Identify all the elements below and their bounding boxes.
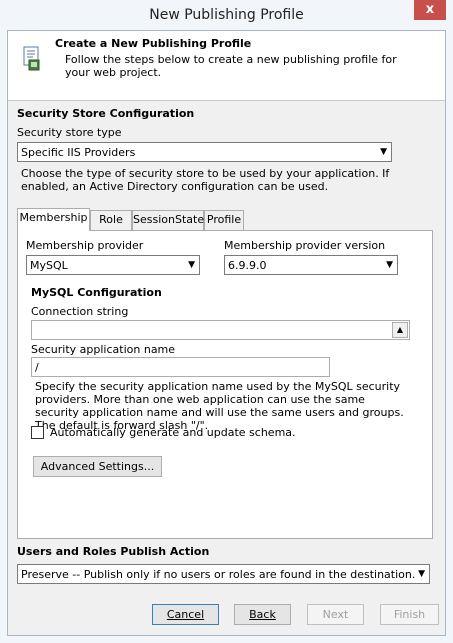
mysql-config-title: MySQL Configuration (31, 286, 162, 299)
finish-button-label: Finish (393, 608, 426, 621)
next-button[interactable]: Next (307, 604, 364, 625)
chevron-down-icon: ▼ (188, 260, 195, 270)
connection-string-label: Connection string (31, 305, 129, 318)
membership-provider-value: MySQL (30, 259, 68, 272)
next-button-label: Next (322, 608, 349, 621)
chevron-up-icon[interactable]: ▲ (392, 322, 408, 338)
membership-provider-label: Membership provider (26, 239, 144, 252)
close-button[interactable]: x (414, 0, 446, 20)
publish-action-value: Preserve -- Publish only if no users or … (21, 568, 416, 581)
tab-membership[interactable]: Membership (17, 208, 90, 231)
back-button-label: Back (249, 608, 276, 621)
title-bar: New Publishing Profile x (0, 0, 453, 30)
header-title: Create a New Publishing Profile (55, 37, 252, 50)
back-button[interactable]: Back (234, 604, 291, 625)
security-store-description: Choose the type of security store to be … (21, 167, 390, 193)
tab-profile[interactable]: Profile (204, 210, 244, 230)
cancel-button-label: Cancel (166, 608, 205, 621)
security-app-name-description: Specify the security application name us… (35, 380, 404, 432)
tab-sessionstate[interactable]: SessionState (132, 210, 204, 230)
finish-button[interactable]: Finish (380, 604, 439, 625)
advanced-settings-button[interactable]: Advanced Settings... (33, 456, 162, 477)
membership-provider-select[interactable]: MySQL ▼ (26, 255, 200, 275)
chevron-down-icon: ▼ (386, 260, 393, 270)
security-store-type-label: Security store type (17, 126, 122, 139)
close-icon: x (425, 2, 435, 17)
tab-role[interactable]: Role (90, 210, 132, 230)
security-store-type-select[interactable]: Specific IIS Providers ▼ (17, 142, 392, 162)
publish-action-select[interactable]: Preserve -- Publish only if no users or … (17, 564, 430, 584)
membership-version-label: Membership provider version (224, 239, 386, 252)
membership-version-value: 6.9.9.0 (228, 259, 267, 272)
connection-string-input[interactable]: ▲ (31, 320, 410, 340)
wizard-header: Create a New Publishing Profile Follow t… (8, 31, 445, 101)
chevron-down-icon: ▼ (418, 569, 425, 579)
security-app-name-input[interactable]: / (31, 357, 330, 377)
security-store-section-title: Security Store Configuration (17, 107, 195, 120)
header-description: Follow the steps below to create a new p… (65, 53, 397, 79)
security-app-name-label: Security application name (31, 343, 176, 356)
cancel-button[interactable]: Cancel (152, 604, 219, 625)
auto-schema-label: Automatically generate and update schema… (50, 426, 296, 439)
chevron-down-icon: ▼ (380, 147, 387, 157)
profile-document-icon (23, 46, 40, 71)
publish-action-section-title: Users and Roles Publish Action (17, 545, 210, 558)
security-app-name-value: / (35, 361, 39, 374)
window-title: New Publishing Profile (149, 7, 304, 23)
security-store-type-value: Specific IIS Providers (21, 146, 136, 159)
auto-schema-checkbox[interactable] (31, 426, 44, 439)
membership-version-select[interactable]: 6.9.9.0 ▼ (224, 255, 398, 275)
